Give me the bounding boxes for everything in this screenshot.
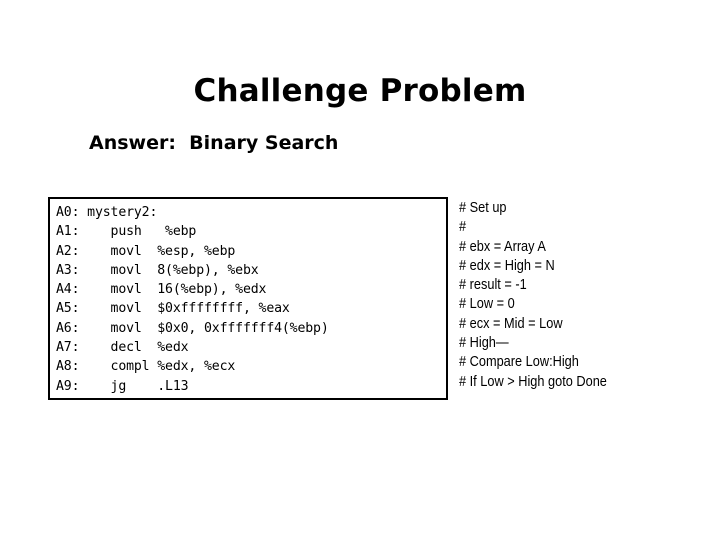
comment-line: # Low = 0 [459,296,515,313]
code-line: A5: movl $0xffffffff, %eax [56,301,290,317]
code-line: A0: mystery2: [56,205,158,220]
code-line: A1: push %ebp [56,224,197,240]
slide-subtitle: Answer: Binary Search [89,132,339,154]
comment-line: # High— [459,335,509,352]
code-line: A9: jg .L13 [56,378,189,394]
comment-line: # If Low > High goto Done [459,373,607,390]
code-line: A2: movl %esp, %ebp [56,243,236,259]
comment-line: # result = -1 [459,277,527,294]
code-line: A6: movl $0x0, 0xfffffff4(%ebp) [56,320,329,336]
annotation-comment-list: # Set up # # ebx = Array A # edx = High … [459,199,627,392]
page-title: Challenge Problem [193,73,527,109]
comment-line: # ebx = Array A [459,238,546,255]
comment-line: # edx = High = N [459,257,555,274]
code-line: A7: decl %edx [56,340,189,356]
comment-line: # ecx = Mid = Low [459,315,563,332]
code-line: A3: movl 8(%ebp), %ebx [56,262,259,278]
assembly-code-panel: A0: mystery2: A1: push %ebp A2: movl %es… [48,197,448,400]
slide-canvas: Challenge Problem Answer: Binary Search … [0,0,720,540]
comment-line: # [459,219,467,236]
code-line: A8: compl %edx, %ecx [56,359,236,375]
code-line: A4: movl 16(%ebp), %edx [56,282,267,298]
comment-line: # Compare Low:High [459,354,579,371]
assembly-code-list: A0: mystery2: A1: push %ebp A2: movl %es… [56,203,329,396]
comment-line: # Set up [459,200,507,216]
